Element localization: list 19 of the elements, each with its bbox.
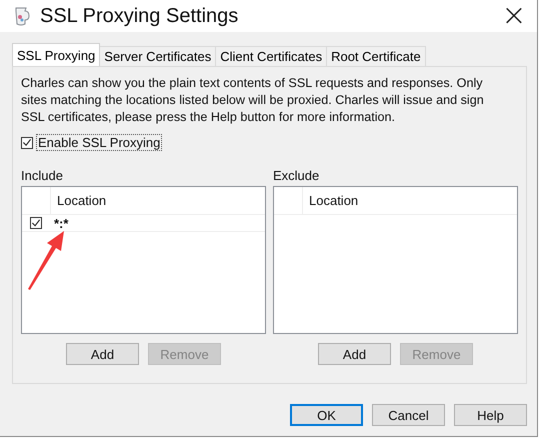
checkbox[interactable] — [30, 217, 42, 229]
window-title: SSL Proxying Settings — [40, 4, 240, 28]
list-button[interactable]: Add — [318, 343, 391, 365]
table-cell-text: *:* — [53, 216, 68, 230]
column-header[interactable]: Location — [303, 187, 517, 214]
close-button[interactable]: × — [491, 0, 537, 32]
dialog-button[interactable]: Help — [454, 404, 527, 426]
tab[interactable]: Root Certificate — [326, 46, 426, 66]
dialog-button[interactable]: Cancel — [372, 404, 445, 426]
tab[interactable]: SSL Proxying — [12, 43, 100, 66]
pointer-arrow — [26, 229, 66, 291]
section-label: Include — [21, 168, 64, 185]
column-header[interactable]: Location — [51, 187, 265, 214]
checkbox-label[interactable]: Enable SSL Proxying — [36, 134, 162, 151]
dialog-button[interactable]: OK — [290, 404, 363, 426]
section-label: Exclude — [273, 168, 320, 185]
description-text: Charles can show you the plain text contents of SSL requests and responses. Only sites matching the locations listed below will be proxied. Charles will issue and sign SSL certificates, please press the Help button for more information. — [21, 75, 485, 126]
list-button[interactable]: Add — [66, 343, 139, 365]
checkbox[interactable] — [21, 136, 33, 148]
